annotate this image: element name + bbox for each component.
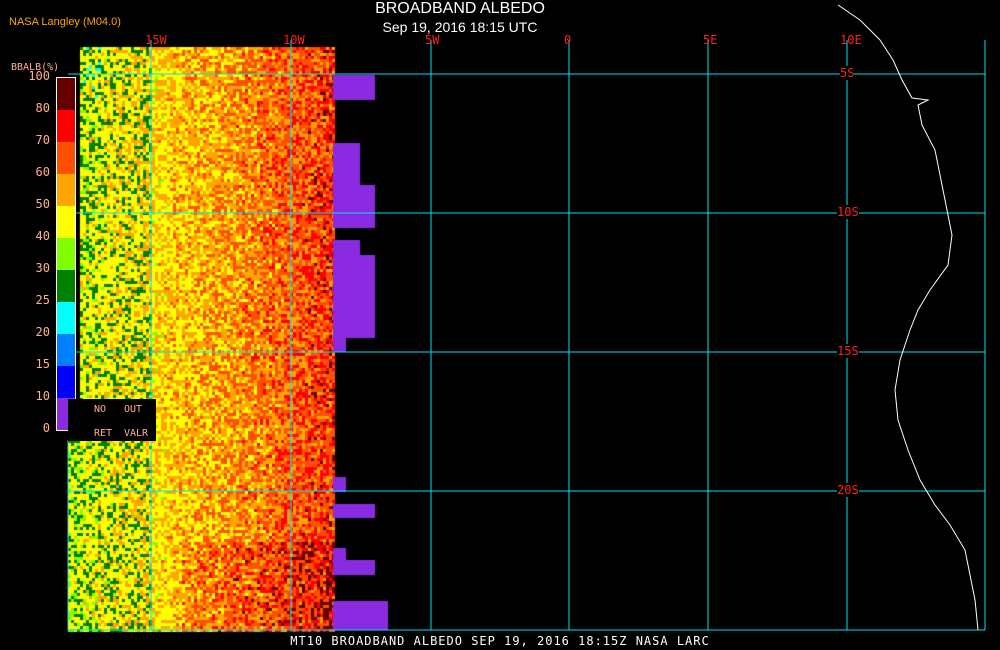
legend-tick: 0	[42, 421, 50, 435]
legend-tick: 60	[35, 165, 50, 179]
legend-tick: 40	[35, 229, 50, 243]
ret-label: RET	[94, 428, 113, 439]
lat-label: 5S	[840, 66, 855, 80]
color-bar-segment	[57, 174, 75, 206]
lon-label: 0	[564, 33, 572, 47]
color-bar-segment	[57, 366, 75, 398]
map-overlay	[67, 4, 986, 631]
color-bar-segment	[57, 110, 75, 142]
footer-caption: MT10 BROADBAND ALBEDO SEP 19, 2016 18:15…	[290, 634, 710, 648]
producer-credit: NASA Langley (M04.0)	[9, 16, 121, 28]
color-bar-segment	[57, 270, 75, 302]
no-data-legend: NO RET OUT VALR	[68, 399, 156, 441]
legend-tick: 25	[35, 293, 50, 307]
legend-tick: 20	[35, 325, 50, 339]
color-bar-segment	[57, 302, 75, 334]
lon-label: 5E	[703, 33, 718, 47]
albedo-map-view: BROADBAND ALBEDO Sep 19, 2016 18:15 UTC …	[0, 0, 1000, 650]
color-bar-segment	[57, 206, 75, 238]
color-bar	[56, 77, 76, 431]
lon-label: 10E	[840, 33, 862, 47]
map-timestamp: Sep 19, 2016 18:15 UTC	[382, 19, 538, 35]
lat-label: 20S	[837, 483, 859, 497]
legend-tick: 50	[35, 197, 50, 211]
legend-tick: 10	[35, 389, 50, 403]
legend-tick: 100	[28, 69, 50, 83]
lat-label: 15S	[837, 344, 859, 358]
color-bar-segment	[57, 334, 75, 366]
lon-label: 15W	[145, 33, 167, 47]
color-bar-segment	[57, 78, 75, 110]
legend-tick: 80	[35, 101, 50, 115]
coastline	[837, 4, 979, 631]
lat-label: 10S	[837, 205, 859, 219]
color-bar-segment	[57, 238, 75, 270]
legend-tick: 30	[35, 261, 50, 275]
legend-tick: 15	[35, 357, 50, 371]
legend-tick: 70	[35, 133, 50, 147]
lon-label: 10W	[283, 33, 305, 47]
valr-label: VALR	[124, 428, 149, 439]
no-label: NO	[94, 404, 107, 415]
map-title: BROADBAND ALBEDO	[375, 0, 545, 17]
color-bar-segment	[57, 142, 75, 174]
out-label: OUT	[124, 404, 143, 415]
lon-label: 5W	[425, 33, 440, 47]
